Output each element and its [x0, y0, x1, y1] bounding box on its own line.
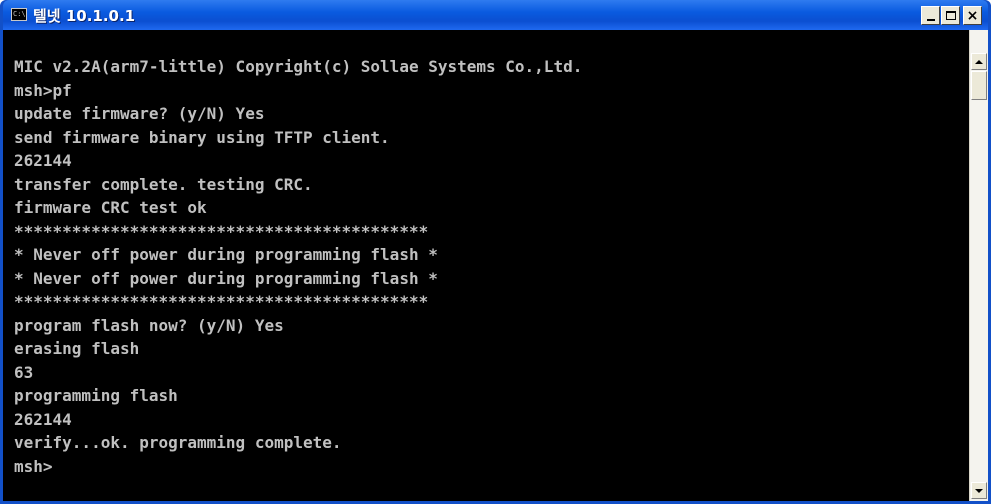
console-line: 63: [14, 362, 34, 382]
scroll-up-button[interactable]: [971, 53, 987, 70]
close-button[interactable]: ×: [963, 6, 982, 25]
console-line: ****************************************…: [14, 292, 429, 311]
console-line: transfer complete. testing CRC.: [14, 174, 313, 194]
console-line: erasing flash: [14, 339, 140, 358]
vertical-scrollbar[interactable]: [969, 30, 988, 501]
minimize-button[interactable]: [921, 6, 940, 25]
maximize-icon: [945, 11, 956, 20]
console-line: program flash now? (y/N) Yes: [14, 315, 284, 335]
console-line: update firmware? (y/N) Yes: [14, 104, 265, 123]
scroll-up-arrow-icon: [975, 59, 983, 64]
scrollbar-thumb[interactable]: [971, 71, 987, 100]
maximize-button[interactable]: [941, 6, 960, 25]
console-line: ****************************************…: [14, 221, 429, 241]
console-line: msh>pf: [14, 80, 72, 100]
console-line: * Never off power during programming fla…: [14, 268, 438, 288]
console-icon-text: C:\: [13, 10, 26, 18]
console-text: MIC v2.2A(arm7-little) Copyright(c) Soll…: [14, 55, 582, 478]
title-bar[interactable]: C:\ 텔넷 10.1.0.1 ×: [3, 0, 988, 30]
console-line: msh>: [14, 456, 53, 476]
scroll-down-arrow-icon: [975, 488, 983, 493]
console-line: * Never off power during programming fla…: [14, 245, 438, 264]
window-title: 텔넷 10.1.0.1: [33, 7, 136, 25]
telnet-window: C:\ 텔넷 10.1.0.1 × MIC v2.2A(arm7-little)…: [0, 0, 991, 504]
console-line: firmware CRC test ok: [14, 198, 207, 217]
close-icon: ×: [966, 7, 979, 24]
scroll-down-button[interactable]: [971, 482, 987, 499]
console-line: 262144: [14, 151, 72, 170]
console-output[interactable]: MIC v2.2A(arm7-little) Copyright(c) Soll…: [3, 30, 969, 501]
console-window-icon[interactable]: C:\: [11, 8, 27, 21]
console-line: verify...ok. programming complete.: [14, 433, 342, 452]
console-line: MIC v2.2A(arm7-little) Copyright(c) Soll…: [14, 57, 583, 76]
console-line: send firmware binary using TFTP client.: [14, 127, 390, 147]
console-line: programming flash: [14, 386, 178, 405]
minimize-icon: [926, 19, 935, 21]
console-line: 262144: [14, 409, 72, 429]
